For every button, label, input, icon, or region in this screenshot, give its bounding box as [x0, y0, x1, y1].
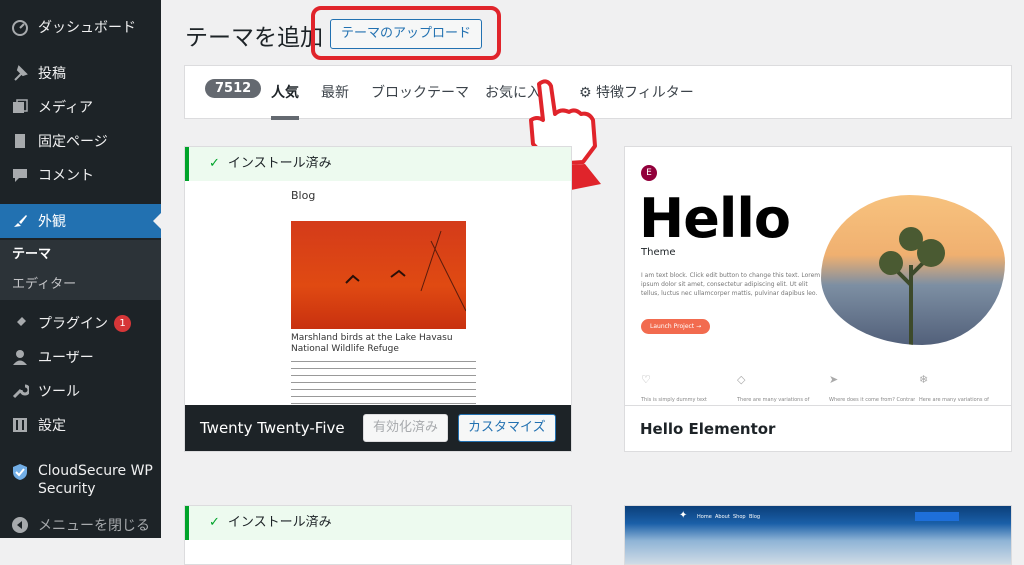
preview-cta-button: [915, 512, 959, 521]
pin-icon: [10, 63, 30, 83]
comment-icon: [10, 165, 30, 185]
menu-label: コメント: [38, 168, 94, 184]
submenu-themes[interactable]: テーマ: [0, 240, 161, 270]
tab-latest[interactable]: 最新: [321, 82, 349, 120]
installed-notice: ✓ インストール済み: [185, 147, 571, 181]
preview-body-lines: [291, 361, 476, 405]
settings-icon: [10, 415, 30, 435]
installed-notice: ✓ インストール済み: [185, 506, 571, 540]
theme-count-badge: 7512: [205, 79, 262, 98]
menu-users[interactable]: ユーザー: [0, 340, 161, 374]
preview-nav-item: Shop: [733, 514, 746, 520]
menu-label: ダッシュボード: [38, 20, 136, 36]
menu-label: メディア: [38, 100, 94, 116]
snowflake-icon: ❄: [919, 373, 929, 386]
menu-dashboard[interactable]: ダッシュボード: [0, 10, 161, 44]
plugin-icon: [10, 313, 30, 333]
admin-sidebar: ダッシュボード 投稿 メディア 固定ページ コメント 外観 テーマ エディター …: [0, 0, 161, 538]
update-count-badge: 1: [114, 314, 131, 332]
theme-footer: Twenty Twenty-Five 有効化済み カスタマイズ: [185, 405, 571, 451]
tab-block-themes[interactable]: ブロックテーマ: [371, 82, 469, 120]
collapse-icon: [10, 515, 30, 535]
shield-icon: [10, 462, 30, 482]
preview-body: I am text block. Click edit button to ch…: [641, 272, 821, 297]
elementor-logo: E: [641, 165, 657, 181]
preview-nav-item: Home: [697, 514, 712, 520]
preview-nav-item: About: [715, 514, 730, 520]
feature-text: Where does it come from? Contrary: [829, 397, 915, 403]
menu-label: 固定ページ: [38, 134, 108, 150]
user-icon: [10, 347, 30, 367]
preview-hero-image: [821, 195, 1005, 345]
menu-media[interactable]: メディア: [0, 90, 161, 124]
menu-pages[interactable]: 固定ページ: [0, 124, 161, 158]
preview-features: ♡ ◇ ➤ ❄ This is simply dummy text There …: [625, 373, 1011, 407]
highlight-box: [311, 6, 501, 60]
menu-cloudsecure[interactable]: CloudSecure WP Security: [0, 462, 161, 502]
feature-text: This is simply dummy text: [641, 397, 707, 403]
preview-theme-label: Theme: [641, 247, 676, 258]
customize-button[interactable]: カスタマイズ: [458, 414, 556, 442]
menu-collapse[interactable]: メニューを閉じる: [0, 508, 161, 542]
theme-screenshot: Blog Marshland birds at the Lake Havasu …: [185, 181, 571, 407]
menu-settings[interactable]: 設定: [0, 408, 161, 442]
menu-label: ユーザー: [38, 350, 94, 366]
tab-popular[interactable]: 人気: [271, 82, 299, 120]
lightbulb-icon: ♡: [641, 373, 651, 386]
page-icon: [10, 131, 30, 151]
preview-hello-heading: Hello: [639, 187, 791, 250]
check-icon: ✓: [209, 515, 220, 530]
installed-label: インストール済み: [227, 515, 332, 530]
menu-posts[interactable]: 投稿: [0, 56, 161, 90]
submenu-editor[interactable]: エディター: [0, 270, 161, 300]
check-icon: ✓: [209, 156, 220, 171]
dashboard-icon: [10, 17, 30, 37]
main-content: テーマを追加 テーマのアップロード 7512 人気 最新 ブロックテーマ お気に…: [161, 0, 1024, 565]
brush-icon: [10, 211, 30, 231]
menu-label: 設定: [38, 418, 66, 434]
menu-plugins[interactable]: プラグイン 1: [0, 306, 161, 340]
site-logo-icon: ✦: [679, 510, 688, 521]
theme-card-3[interactable]: ✓ インストール済み: [184, 505, 572, 565]
wrench-icon: [10, 381, 30, 401]
media-icon: [10, 97, 30, 117]
theme-card-4[interactable]: ✦ Home About Shop Blog: [624, 505, 1012, 565]
menu-label: ツール: [38, 384, 80, 400]
preview-photo: [291, 221, 467, 329]
appearance-submenu: テーマ エディター: [0, 240, 161, 300]
preview-launch-button: Launch Project →: [641, 319, 711, 334]
installed-label: インストール済み: [227, 156, 332, 171]
activated-button: 有効化済み: [363, 414, 449, 442]
preview-caption: Marshland birds at the Lake Havasu Natio…: [291, 333, 453, 354]
theme-footer: Hello Elementor: [625, 405, 1011, 451]
theme-name: Hello Elementor: [640, 420, 776, 438]
menu-label: メニューを閉じる: [38, 518, 150, 534]
theme-name: Twenty Twenty-Five: [200, 419, 345, 437]
menu-tools[interactable]: ツール: [0, 374, 161, 408]
page-title: テーマを追加: [185, 25, 323, 51]
menu-label: プラグイン: [38, 316, 108, 332]
theme-screenshot: E Hello Theme I am text block. Click edi…: [625, 147, 1011, 407]
menu-appearance[interactable]: 外観: [0, 204, 161, 238]
preview-blog-label: Blog: [291, 189, 316, 202]
menu-label: 外観: [38, 214, 66, 230]
theme-card-twenty-twenty-five[interactable]: ✓ インストール済み Blog Marshland birds at the La…: [184, 146, 572, 452]
preview-nav-item: Blog: [749, 514, 761, 520]
menu-label: CloudSecure WP Security: [38, 463, 153, 497]
feature-text: Here are many variations of: [919, 397, 989, 403]
menu-label: 投稿: [38, 66, 66, 82]
theme-card-hello-elementor[interactable]: E Hello Theme I am text block. Click edi…: [624, 146, 1012, 452]
feature-text: There are many variations of: [737, 397, 810, 403]
paper-plane-icon: ➤: [829, 373, 839, 386]
menu-comments[interactable]: コメント: [0, 158, 161, 192]
diamond-icon: ◇: [737, 373, 746, 386]
